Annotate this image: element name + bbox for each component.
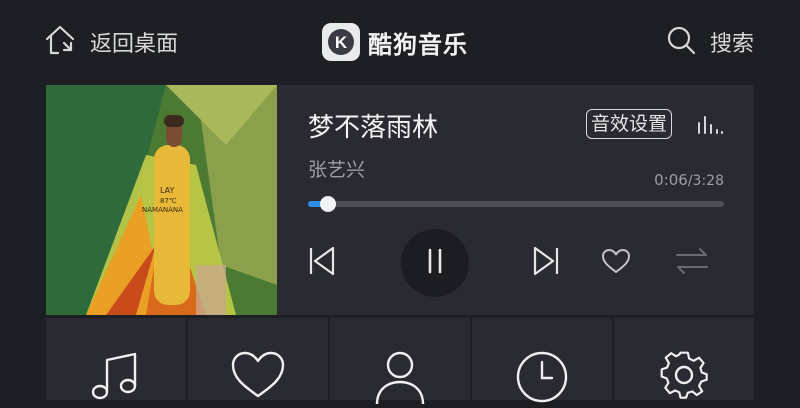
home-icon — [44, 23, 78, 61]
cover-text-3: NAMANANA — [142, 206, 183, 214]
now-playing-card: LAY 87℃ NAMANANA 梦不落雨林 张艺兴 音效设置 0:06/3:2… — [46, 85, 754, 315]
search-button[interactable]: 搜索 — [666, 22, 754, 62]
next-button[interactable] — [528, 245, 564, 281]
album-cover[interactable]: LAY 87℃ NAMANANA — [46, 85, 277, 315]
heart-icon — [230, 350, 286, 400]
skip-next-icon — [531, 245, 561, 281]
tile-user[interactable] — [330, 318, 470, 405]
cover-text-1: LAY — [160, 186, 174, 195]
progress-bar[interactable] — [308, 196, 724, 212]
home-label: 返回桌面 — [90, 32, 179, 57]
home-button[interactable]: 返回桌面 — [44, 22, 178, 62]
tile-settings[interactable] — [614, 318, 754, 400]
like-button[interactable] — [598, 245, 634, 281]
song-title: 梦不落雨林 — [308, 113, 439, 143]
cover-text-2: 87℃ — [160, 197, 177, 205]
search-label: 搜索 — [709, 32, 754, 57]
bottom-shortcut-grid — [46, 318, 754, 405]
music-note-icon — [89, 350, 143, 400]
brand: K 酷狗音乐 — [322, 22, 468, 62]
previous-button[interactable] — [304, 245, 340, 281]
tile-favorites[interactable] — [188, 318, 328, 400]
skip-previous-icon — [307, 245, 337, 281]
artist-name[interactable]: 张艺兴 — [308, 155, 365, 182]
total-time: /3:28 — [687, 173, 724, 189]
current-time: 0:06 — [654, 171, 688, 189]
play-mode-button[interactable] — [674, 245, 710, 281]
search-icon — [666, 25, 696, 59]
user-icon — [373, 350, 427, 405]
pause-button[interactable] — [401, 229, 469, 297]
repeat-order-icon — [675, 247, 709, 279]
progress-knob[interactable] — [319, 196, 336, 212]
top-bar: 返回桌面 K 酷狗音乐 搜索 — [0, 0, 800, 84]
equalizer-icon[interactable] — [696, 113, 724, 137]
gear-icon — [659, 350, 709, 400]
heart-outline-icon — [600, 247, 632, 279]
pause-icon — [424, 247, 446, 279]
tile-recent[interactable] — [472, 318, 612, 403]
brand-name: 酷狗音乐 — [368, 30, 468, 59]
app-logo: K — [322, 23, 360, 61]
sound-effect-button[interactable]: 音效设置 — [586, 109, 673, 139]
clock-icon — [515, 350, 569, 403]
time-display: 0:06/3:28 — [654, 171, 724, 189]
logo-letter: K — [335, 33, 348, 52]
tile-local-music[interactable] — [46, 318, 186, 400]
